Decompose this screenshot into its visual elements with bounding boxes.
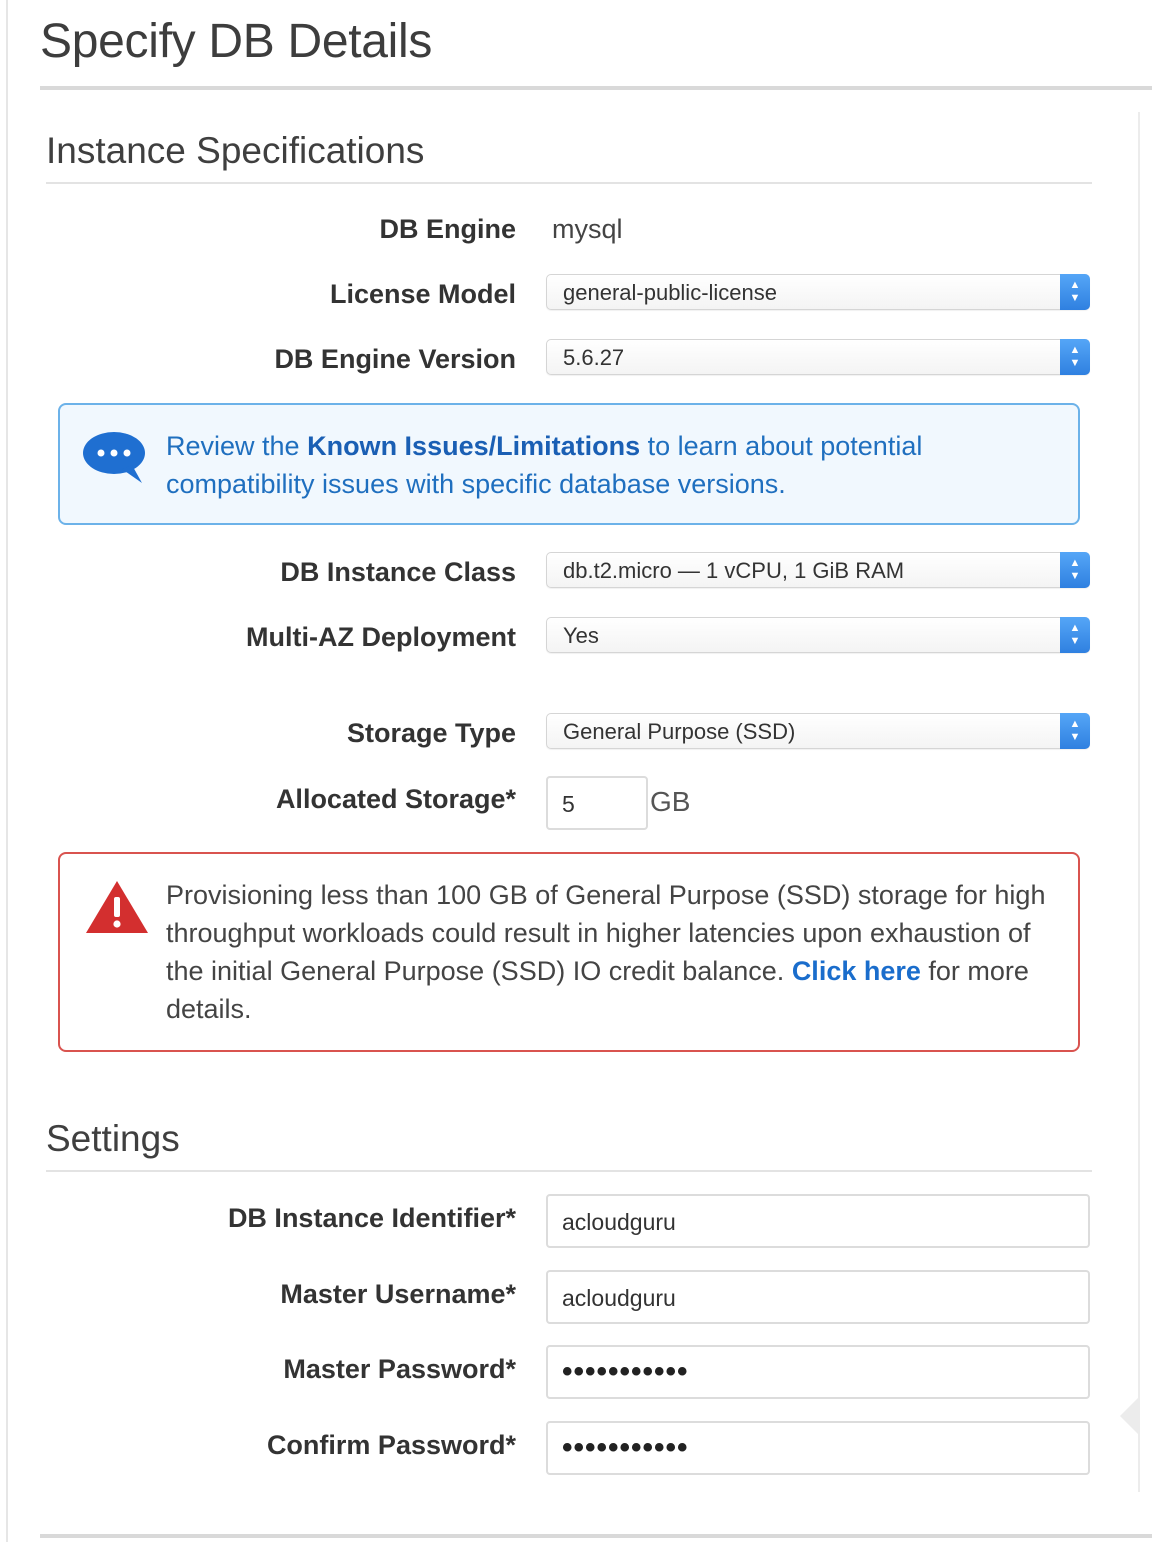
engine-version-select[interactable]: 5.6.27 ▲ ▼ — [546, 339, 1090, 375]
engine-version-label: DB Engine Version — [274, 344, 516, 374]
select-arrows-icon: ▲ ▼ — [1060, 274, 1090, 310]
known-issues-text: Review the Known Issues/Limitations to l… — [166, 427, 1066, 503]
right-border — [1138, 112, 1140, 1492]
allocated-storage-input[interactable]: 5 — [546, 776, 648, 830]
identifier-label: DB Instance Identifier* — [227, 1203, 516, 1233]
settings-divider — [46, 1170, 1092, 1172]
db-engine-value: mysql — [552, 214, 623, 244]
select-arrows-icon: ▲ ▼ — [1060, 552, 1090, 588]
confirm-password-label: Confirm Password* — [266, 1430, 516, 1460]
storage-warning-text: Provisioning less than 100 GB of General… — [166, 876, 1066, 1028]
storage-type-label: Storage Type — [346, 718, 516, 748]
license-model-select[interactable]: general-public-license ▲ ▼ — [546, 274, 1090, 310]
instance-class-selected: db.t2.micro — 1 vCPU, 1 GiB RAM — [563, 558, 905, 583]
allocated-storage-value: 5 — [562, 791, 575, 817]
settings-heading: Settings — [46, 1118, 180, 1159]
master-password-label: Master Password* — [283, 1354, 516, 1384]
instance-specs-divider — [46, 182, 1092, 184]
help-panel-pointer — [1120, 1398, 1138, 1434]
instance-specs-heading: Instance Specifications — [46, 130, 425, 171]
known-issues-prefix: Review the — [166, 431, 308, 461]
storage-warning: Provisioning less than 100 GB of General… — [58, 852, 1080, 1052]
title-divider — [40, 86, 1152, 90]
page-title: Specify DB Details — [40, 15, 433, 68]
license-model-selected: general-public-license — [563, 280, 778, 305]
storage-type-selected: General Purpose (SSD) — [563, 719, 796, 744]
master-username-value: acloudguru — [562, 1285, 676, 1311]
instance-class-select[interactable]: db.t2.micro — 1 vCPU, 1 GiB RAM ▲ ▼ — [546, 552, 1090, 588]
select-arrows-icon: ▲ ▼ — [1060, 339, 1090, 375]
known-issues-notice: Review the Known Issues/Limitations to l… — [58, 403, 1080, 525]
warning-triangle-icon — [86, 881, 148, 933]
storage-unit: GB — [650, 786, 691, 817]
multi-az-select[interactable]: Yes ▲ ▼ — [546, 617, 1090, 653]
db-engine-label: DB Engine — [379, 214, 516, 244]
confirm-password-value: ••••••••••• — [562, 1431, 689, 1464]
multi-az-selected: Yes — [563, 623, 599, 648]
click-here-link[interactable]: Click here — [792, 956, 921, 986]
storage-type-select[interactable]: General Purpose (SSD) ▲ ▼ — [546, 713, 1090, 749]
license-model-label: License Model — [329, 279, 516, 309]
known-issues-link[interactable]: Known Issues/Limitations — [307, 431, 640, 461]
allocated-storage-label: Allocated Storage* — [275, 784, 516, 814]
engine-version-selected: 5.6.27 — [563, 345, 625, 370]
master-username-label: Master Username* — [280, 1279, 516, 1309]
master-password-input[interactable]: ••••••••••• — [546, 1345, 1090, 1399]
multi-az-label: Multi-AZ Deployment — [246, 622, 516, 652]
select-arrows-icon: ▲ ▼ — [1060, 617, 1090, 653]
speech-bubble-icon — [83, 432, 145, 483]
instance-class-label: DB Instance Class — [280, 557, 516, 587]
master-password-value: ••••••••••• — [562, 1355, 689, 1388]
confirm-password-input[interactable]: ••••••••••• — [546, 1421, 1090, 1475]
master-username-input[interactable]: acloudguru — [546, 1270, 1090, 1324]
left-border — [6, 0, 8, 1542]
identifier-input[interactable]: acloudguru — [546, 1194, 1090, 1248]
bottom-divider — [40, 1534, 1152, 1538]
identifier-value: acloudguru — [562, 1209, 676, 1235]
select-arrows-icon: ▲ ▼ — [1060, 713, 1090, 749]
